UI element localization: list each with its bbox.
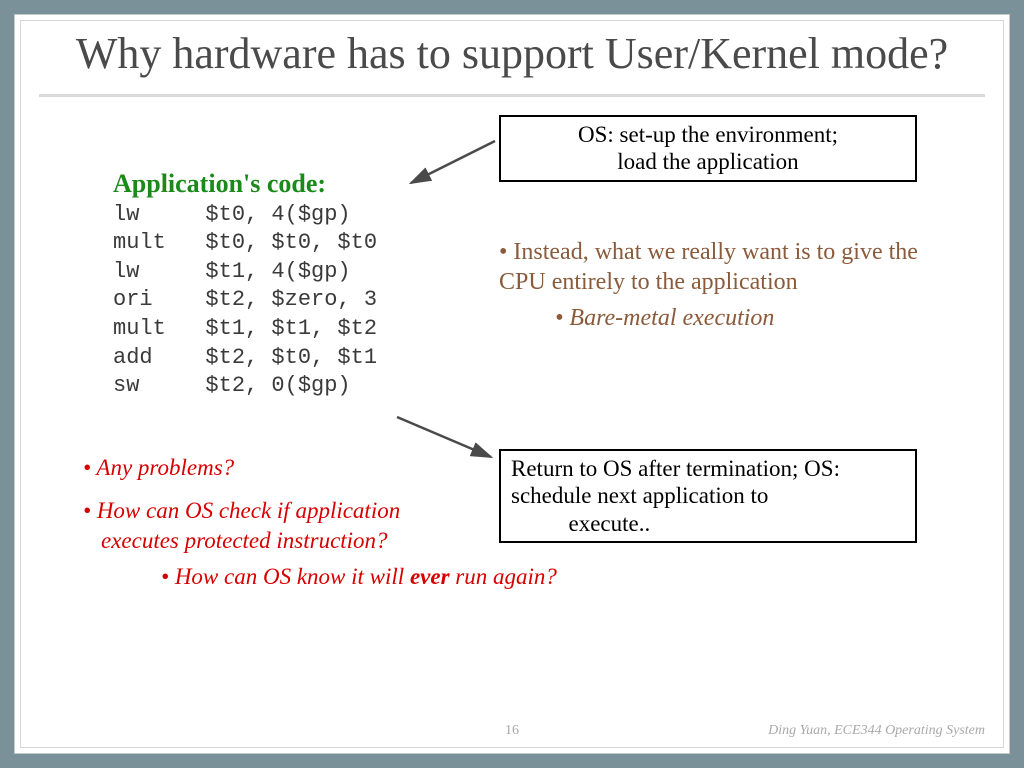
right-bullet-1: • Instead, what we really want is to giv… xyxy=(499,237,919,297)
page-number: 16 xyxy=(505,723,519,739)
os-setup-line2: load the application xyxy=(511,148,905,176)
os-setup-line1: OS: set-up the environment; xyxy=(511,121,905,149)
app-code-heading: Application's code: xyxy=(113,169,377,199)
os-setup-box: OS: set-up the environment; load the app… xyxy=(499,115,917,182)
footer-author: Ding Yuan, ECE344 Operating System xyxy=(768,723,985,739)
question-3: • How can OS know it will ever run again… xyxy=(161,562,557,592)
question-2a: • How can OS check if application xyxy=(83,496,557,526)
os-return-box: Return to OS after termination; OS: sche… xyxy=(499,449,917,544)
question-2b: executes protected instruction? xyxy=(101,526,557,556)
os-return-text: Return to OS after termination; OS: sche… xyxy=(511,455,905,538)
arrow-top xyxy=(399,135,499,193)
content-area: OS: set-up the environment; load the app… xyxy=(21,97,1003,657)
slide-title: Why hardware has to support User/Kernel … xyxy=(21,21,1003,92)
right-bullets: • Instead, what we really want is to giv… xyxy=(499,237,919,333)
slide-frame: Why hardware has to support User/Kernel … xyxy=(14,14,1010,754)
assembly-code: lw $t0, 4($gp) mult $t0, $t0, $t0 lw $t1… xyxy=(113,201,377,401)
right-bullet-2: • Bare-metal execution xyxy=(555,303,919,333)
left-questions: • Any problems? • How can OS check if ap… xyxy=(83,453,557,593)
slide-inner: Why hardware has to support User/Kernel … xyxy=(20,20,1004,748)
question-1: • Any problems? xyxy=(83,453,557,483)
application-code-block: Application's code: lw $t0, 4($gp) mult … xyxy=(113,169,377,401)
